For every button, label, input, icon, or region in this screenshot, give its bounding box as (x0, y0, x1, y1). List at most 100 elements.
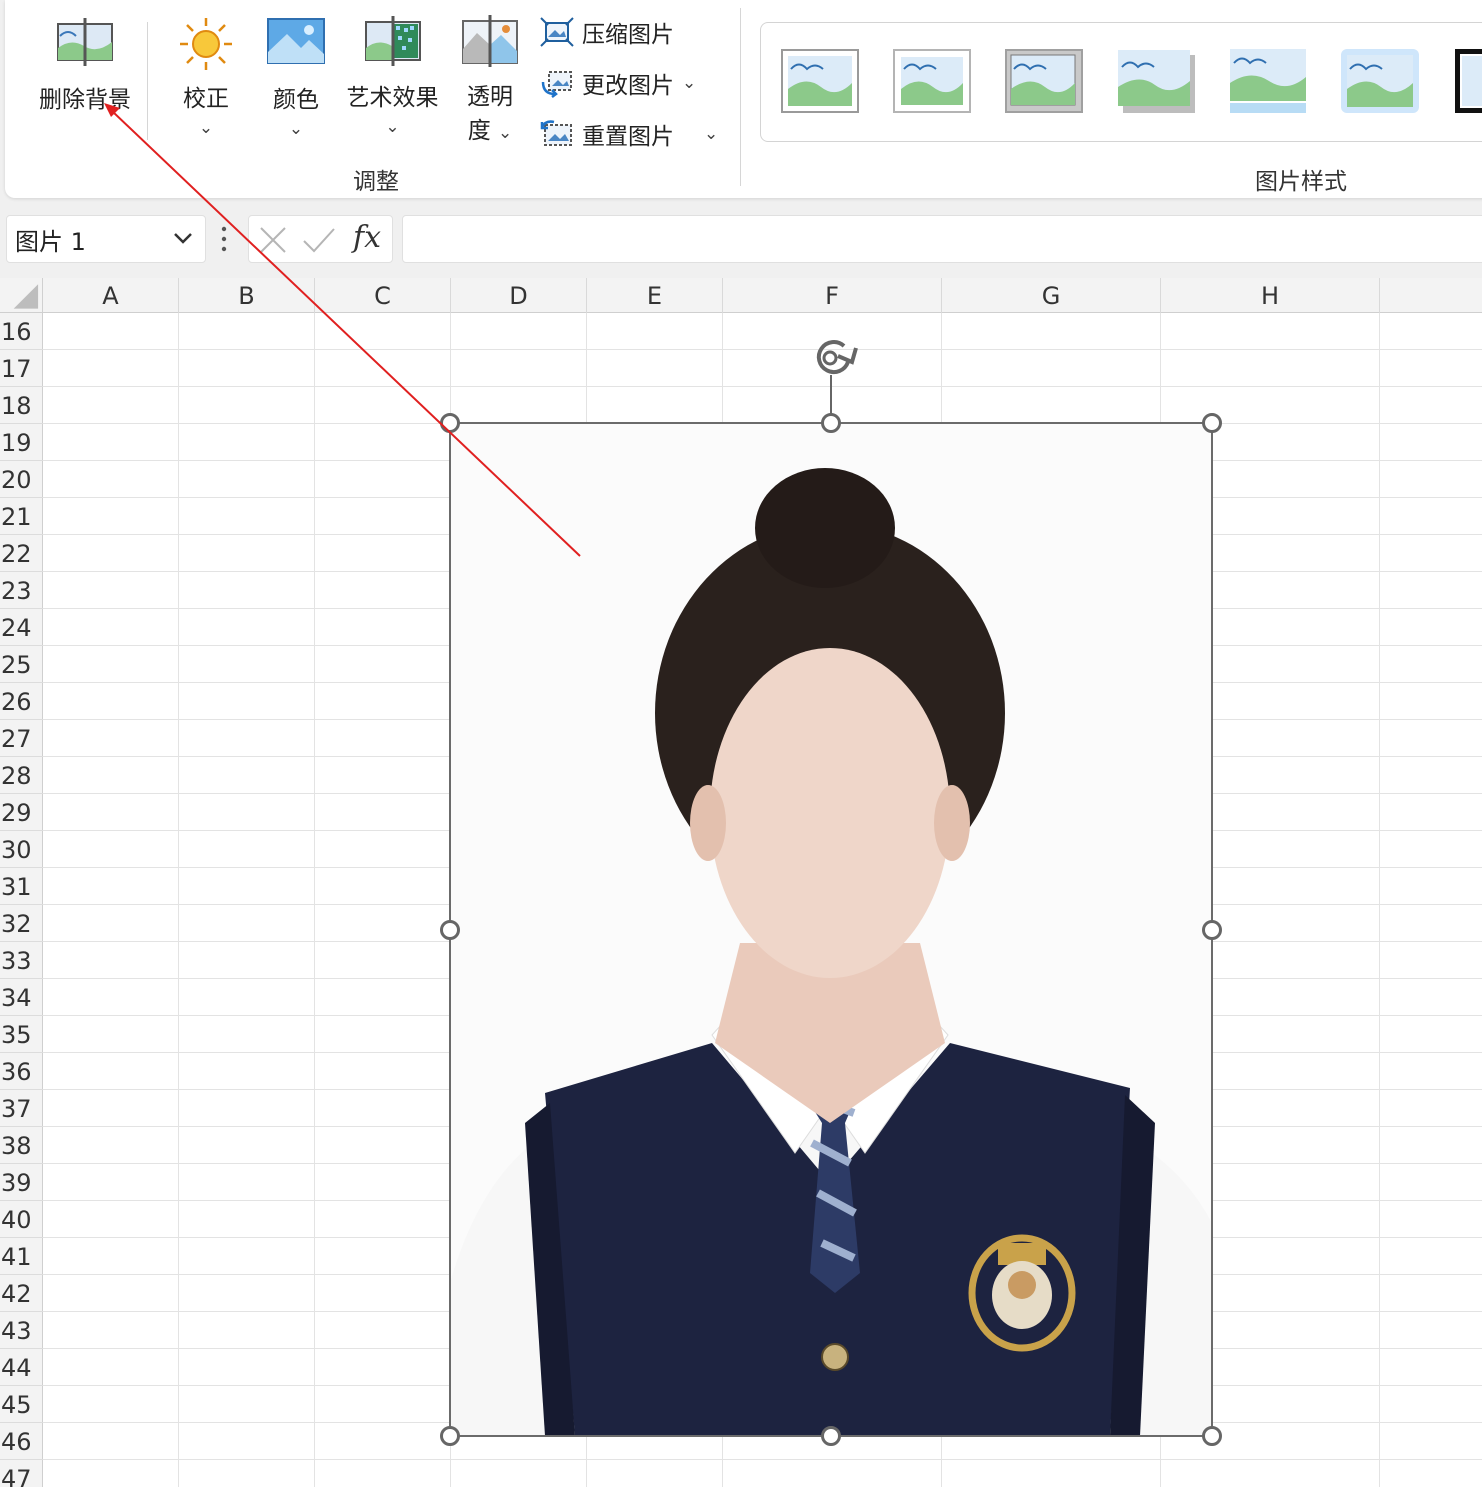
color-label: 颜色 (273, 87, 319, 113)
remove-background-button[interactable]: 删除背景 (30, 18, 140, 118)
row-header[interactable]: 46 (0, 1423, 43, 1460)
row-header[interactable]: 23 (0, 572, 43, 609)
row-header[interactable]: 39 (0, 1164, 43, 1201)
row-header[interactable]: 27 (0, 720, 43, 757)
row-header[interactable]: 21 (0, 498, 43, 535)
rotation-stem (830, 375, 832, 415)
compress-pictures-button[interactable]: 压缩图片 (540, 12, 674, 52)
row-header[interactable]: 40 (0, 1201, 43, 1238)
row-header[interactable]: 31 (0, 868, 43, 905)
resize-handle-top-right[interactable] (1202, 413, 1222, 433)
row-header[interactable]: 45 (0, 1386, 43, 1423)
row-header[interactable]: 35 (0, 1016, 43, 1053)
picture-style-thumb[interactable] (1117, 49, 1195, 113)
resize-handle-top-left[interactable] (440, 413, 460, 433)
row-header[interactable]: 19 (0, 424, 43, 461)
chevron-down-icon: ⌄ (704, 124, 719, 144)
chevron-down-icon[interactable] (171, 226, 195, 250)
artistic-effects-button[interactable]: 艺术效果 ⌄ (340, 16, 445, 137)
formula-input[interactable] (402, 215, 1482, 263)
column-header-c[interactable]: C (315, 278, 451, 313)
row-header[interactable]: 34 (0, 979, 43, 1016)
row-header[interactable]: 24 (0, 609, 43, 646)
corrections-button[interactable]: 校正 ⌄ (170, 15, 242, 138)
row-header[interactable]: 29 (0, 794, 43, 831)
corrections-label: 校正 (183, 86, 229, 112)
picture-object[interactable] (450, 423, 1212, 1436)
column-header-f[interactable]: F (723, 278, 942, 313)
column-header-g[interactable]: G (942, 278, 1161, 313)
select-all-corner[interactable] (0, 278, 43, 313)
row-header[interactable]: 37 (0, 1090, 43, 1127)
column-header-d[interactable]: D (451, 278, 587, 313)
transparency-label-line1: 透明 (467, 84, 513, 110)
resize-handle-bottom-right[interactable] (1202, 1426, 1222, 1446)
reset-picture-icon (540, 120, 572, 146)
column-header-e[interactable]: E (587, 278, 723, 313)
reset-picture-button[interactable]: 重置图片 ⌄ (540, 114, 718, 154)
resize-handle-bottom-left[interactable] (440, 1426, 460, 1446)
formula-bar-buttons: fx (248, 215, 393, 263)
chevron-down-icon: ⌄ (498, 123, 513, 143)
enter-check-icon[interactable] (302, 225, 336, 255)
transparency-label-line2: 度 (467, 118, 491, 144)
picture-style-thumb[interactable] (1453, 49, 1482, 113)
row-header[interactable]: 32 (0, 905, 43, 942)
portrait-photo (450, 423, 1212, 1436)
picture-style-thumb[interactable] (893, 49, 971, 113)
row-header[interactable]: 36 (0, 1053, 43, 1090)
picture-style-thumb[interactable] (1229, 49, 1307, 113)
insert-function-fx[interactable]: fx (353, 220, 381, 255)
row-header[interactable]: 18 (0, 387, 43, 424)
chevron-down-icon: ⌄ (288, 119, 304, 139)
artistic-effects-label: 艺术效果 (346, 85, 439, 111)
ribbon-separator (740, 8, 741, 186)
row-header[interactable]: 20 (0, 461, 43, 498)
cancel-icon[interactable] (258, 225, 288, 255)
row-header[interactable]: 17 (0, 350, 43, 387)
chevron-down-icon: ⌄ (682, 73, 697, 93)
row-header[interactable]: 38 (0, 1127, 43, 1164)
excel-window: 删除背景 校正 ⌄ 颜色 ⌄ 艺术效果 ⌄ 透明 度 ⌄ 压缩图片 更改图片 ⌄… (0, 0, 1482, 1487)
transparency-icon (462, 15, 518, 67)
ribbon-separator (147, 22, 148, 140)
name-box-value: 图片 1 (15, 227, 86, 256)
sun-icon (180, 18, 232, 70)
change-picture-icon (541, 71, 572, 98)
row-gridline (43, 1459, 1482, 1460)
formula-bar-area: 图片 1 fx (0, 205, 1482, 275)
resize-handle-bottom[interactable] (821, 1426, 841, 1446)
resize-handle-top[interactable] (821, 413, 841, 433)
column-header-a[interactable]: A (43, 278, 179, 313)
picture-style-thumb[interactable] (1341, 49, 1419, 113)
color-button[interactable]: 颜色 ⌄ (260, 18, 332, 139)
row-header[interactable]: 16 (0, 313, 43, 350)
row-header[interactable]: 22 (0, 535, 43, 572)
row-header[interactable]: 30 (0, 831, 43, 868)
name-box[interactable]: 图片 1 (6, 215, 206, 263)
column-header-row: A B C D E F G H (0, 278, 1482, 313)
picture-style-thumb[interactable] (781, 49, 859, 113)
spreadsheet-grid: A B C D E F G H 16 17 18 19 20 21 22 23 … (0, 278, 1482, 1487)
transparency-button[interactable]: 透明 度 ⌄ (457, 15, 523, 144)
row-header-column: 16 17 18 19 20 21 22 23 24 25 26 27 28 2… (0, 313, 43, 1487)
resize-handle-left[interactable] (440, 920, 460, 940)
column-header-h[interactable]: H (1161, 278, 1380, 313)
reset-picture-label: 重置图片 (582, 124, 674, 150)
row-header[interactable]: 43 (0, 1312, 43, 1349)
row-header[interactable]: 42 (0, 1275, 43, 1312)
change-picture-button[interactable]: 更改图片 ⌄ (540, 63, 696, 103)
row-header[interactable]: 28 (0, 757, 43, 794)
row-header[interactable]: 44 (0, 1349, 43, 1386)
row-header[interactable]: 25 (0, 646, 43, 683)
picture-style-thumb[interactable] (1005, 49, 1083, 113)
resize-handle-right[interactable] (1202, 920, 1222, 940)
row-header[interactable]: 26 (0, 683, 43, 720)
row-header[interactable]: 41 (0, 1238, 43, 1275)
picture-styles-gallery[interactable] (760, 22, 1482, 142)
row-header[interactable]: 33 (0, 942, 43, 979)
resize-handle-icon[interactable] (221, 225, 227, 253)
column-header-b[interactable]: B (179, 278, 315, 313)
rotate-handle-icon[interactable] (808, 334, 860, 380)
row-header[interactable]: 47 (0, 1460, 43, 1487)
